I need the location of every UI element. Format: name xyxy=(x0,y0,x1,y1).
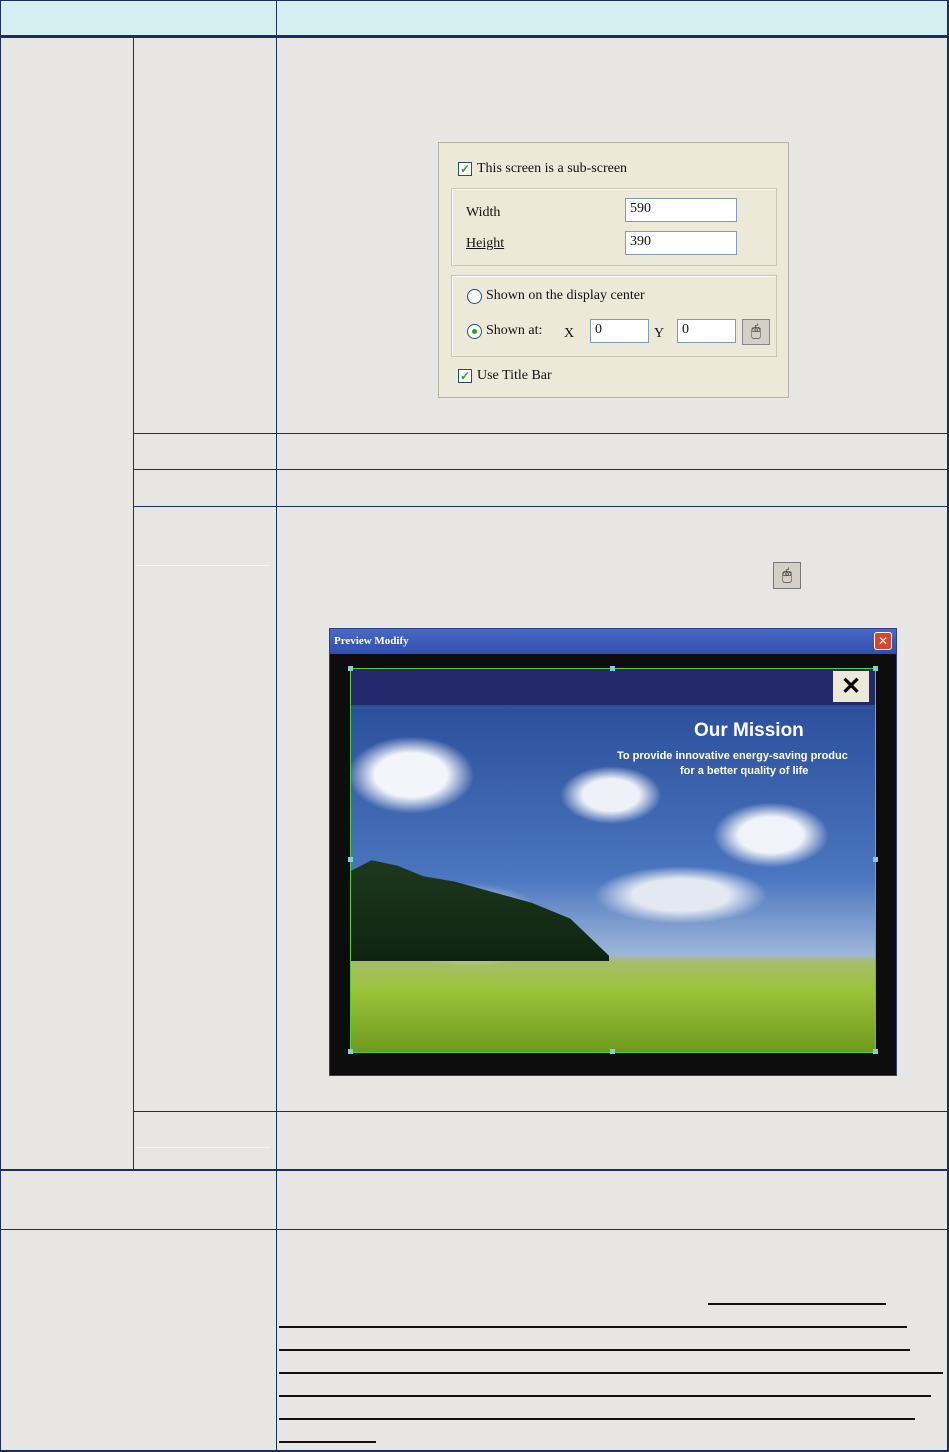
height-label: Height xyxy=(466,236,505,251)
y-label: Y xyxy=(654,326,665,341)
preview-title-bar: Preview Modify ✕ xyxy=(330,629,896,654)
x-label: X xyxy=(564,326,575,341)
y-input[interactable]: 0 xyxy=(677,319,736,343)
underline xyxy=(279,1395,931,1397)
preview-modify-window: Preview Modify ✕ ✕ Our Mission To provid… xyxy=(329,628,897,1076)
close-icon[interactable]: ✕ xyxy=(874,632,892,650)
sub-screen-settings-panel: ✓ This screen is a sub-screen Width 590 … xyxy=(438,142,789,398)
width-input[interactable]: 590 xyxy=(625,198,737,222)
sub-screen-label: This screen is a sub-screen xyxy=(477,161,628,176)
table-header xyxy=(0,0,949,37)
mouse-icon: 🖱 xyxy=(751,323,761,340)
mouse-icon: 🖱 xyxy=(773,562,801,589)
selection-frame[interactable] xyxy=(350,668,876,1053)
underline xyxy=(279,1326,907,1328)
underline xyxy=(279,1349,910,1351)
underline xyxy=(708,1303,886,1305)
display-center-radio[interactable] xyxy=(467,289,482,304)
use-title-bar-label: Use Title Bar xyxy=(477,368,552,383)
height-input[interactable]: 390 xyxy=(625,231,737,255)
underline xyxy=(279,1372,943,1374)
shown-at-label: Shown at: xyxy=(486,323,543,338)
display-center-label: Shown on the display center xyxy=(486,288,645,303)
underline xyxy=(279,1418,915,1420)
width-label: Width xyxy=(466,205,501,220)
underline xyxy=(279,1441,376,1443)
shown-at-radio[interactable] xyxy=(467,324,482,339)
x-input[interactable]: 0 xyxy=(590,319,649,343)
preview-title: Preview Modify xyxy=(334,635,409,647)
sub-screen-checkbox[interactable]: ✓ xyxy=(458,162,472,176)
mouse-pick-button[interactable]: 🖱 xyxy=(742,319,770,345)
use-title-bar-checkbox[interactable]: ✓ xyxy=(458,369,472,383)
